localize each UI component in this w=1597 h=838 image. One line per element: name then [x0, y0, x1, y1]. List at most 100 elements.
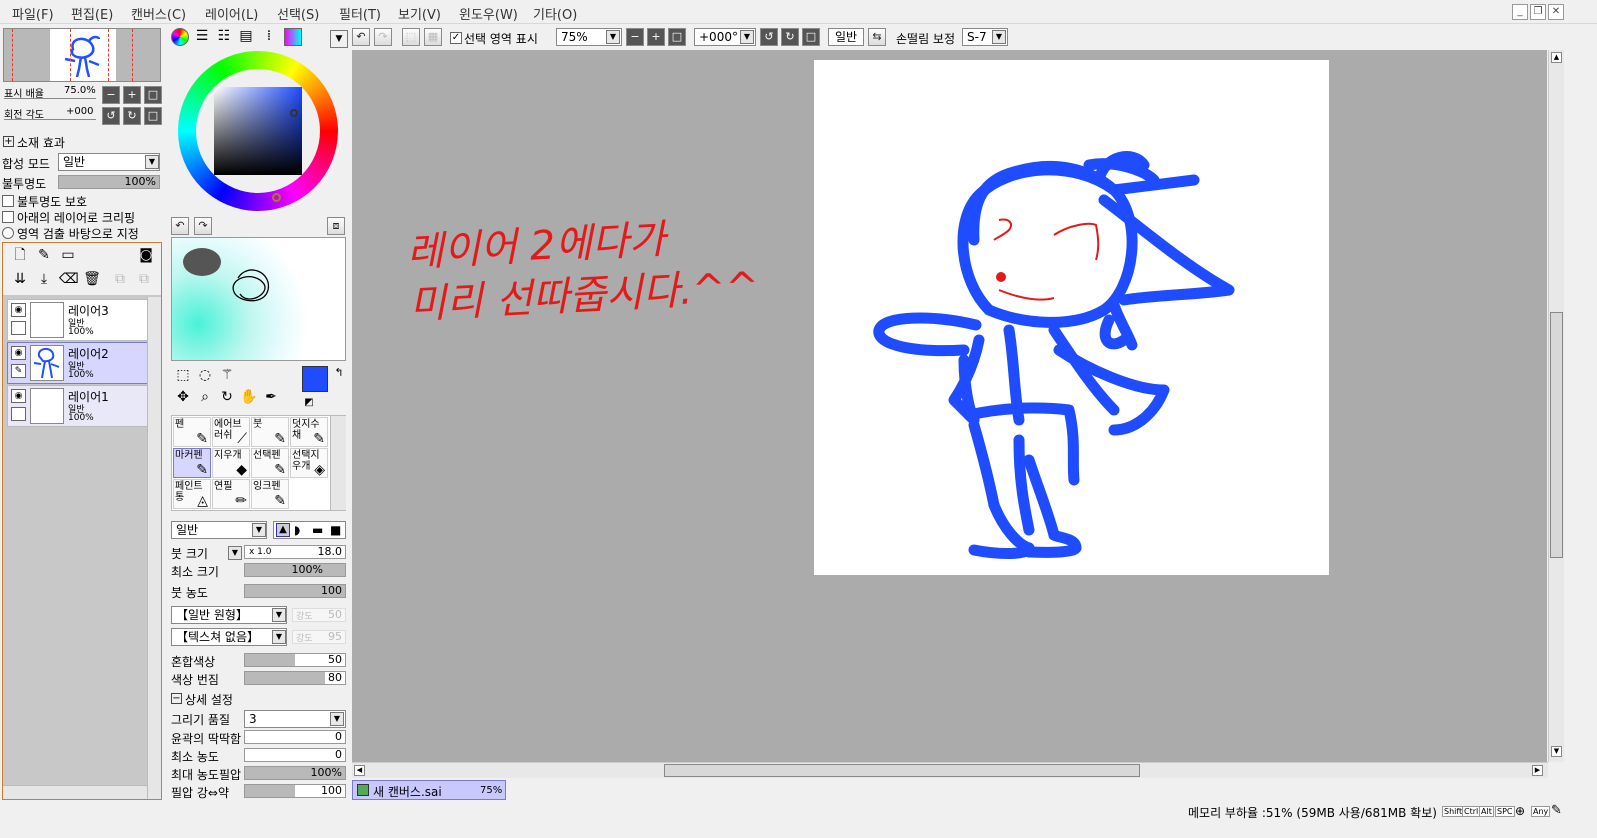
navigator-preview[interactable] — [3, 28, 161, 82]
menu-window[interactable]: 윈도우(W) — [459, 4, 518, 23]
tip-round-icon[interactable]: ◗ — [294, 523, 300, 537]
saturation-value-square[interactable] — [214, 87, 302, 175]
menu-edit[interactable]: 편집(E) — [71, 4, 113, 23]
horizontal-scroll-thumb[interactable] — [664, 764, 1140, 777]
undo-color-icon[interactable]: ↶ — [171, 217, 189, 235]
deselect-icon[interactable]: ⬚ — [402, 28, 420, 46]
selection-source-radio[interactable] — [2, 227, 14, 239]
new-vector-layer-icon[interactable]: ✎ — [35, 247, 53, 265]
panel-menu-icon[interactable]: ▼ — [330, 30, 348, 48]
select-pen-tool[interactable]: 선택펜 ✎ — [251, 448, 289, 478]
menu-filter[interactable]: 필터(T) — [339, 4, 381, 23]
rotate-reset-icon[interactable]: □ — [802, 28, 820, 46]
palette-tab-icon[interactable]: ⁞ — [260, 28, 278, 46]
brush-shape-select[interactable]: 【일반 원형】 — [171, 606, 287, 624]
expand-icon[interactable]: + — [3, 136, 14, 147]
brush-tip-shapes[interactable]: ▲ ◗ ▬ ■ — [273, 521, 346, 539]
restore-button[interactable]: ❐ — [1530, 4, 1546, 20]
drawing-canvas[interactable] — [814, 60, 1329, 575]
menu-select[interactable]: 선택(S) — [277, 4, 319, 23]
layer-row[interactable]: ◉ ✎ 레이어2 일반 100% — [7, 342, 148, 384]
advanced-settings-label[interactable]: 상세 설정 — [185, 691, 233, 708]
zoom-out-icon[interactable]: − — [626, 28, 644, 46]
rotate-reset-button[interactable]: □ — [144, 107, 162, 125]
scroll-right-icon[interactable]: ▶ — [1532, 765, 1543, 776]
foreground-color-swatch[interactable] — [302, 366, 328, 392]
menu-other[interactable]: 기타(O) — [533, 4, 577, 23]
texture-select[interactable]: 【텍스쳐 없음】 — [171, 628, 287, 646]
rotate-icon[interactable]: ↻ — [218, 389, 236, 407]
rotate-ccw-icon[interactable]: ↺ — [760, 28, 778, 46]
brush-tool[interactable]: 붓 ✎ — [251, 417, 289, 447]
brush-density-slider[interactable]: 100 — [244, 584, 346, 598]
zoom-in-icon[interactable]: + — [647, 28, 665, 46]
close-button[interactable]: ✕ — [1548, 4, 1564, 20]
min-size-slider[interactable]: 100% — [244, 563, 346, 577]
eye-icon[interactable]: ◉ — [11, 346, 26, 360]
color-wheel[interactable] — [178, 51, 338, 211]
tip-sharp-icon[interactable]: ▲ — [276, 523, 290, 537]
marker-tool[interactable]: 마커펜 ✎ — [173, 448, 211, 478]
layer-scrollbar[interactable] — [147, 297, 161, 799]
scroll-up-icon[interactable]: ▲ — [1551, 52, 1562, 63]
brush-lock-icon[interactable]: ✎ — [11, 364, 26, 378]
scratchpad-tab-icon[interactable] — [284, 28, 302, 46]
redo-icon[interactable]: ↷ — [374, 28, 392, 46]
menu-view[interactable]: 보기(V) — [398, 4, 441, 23]
scratchpad-menu-icon[interactable]: ⧈ — [327, 217, 345, 235]
watercolor-tool[interactable]: 덧지수채 ✎ — [290, 417, 328, 447]
layer-row[interactable]: ◉ 레이어1 일반 100% — [7, 385, 148, 427]
show-selection-checkbox[interactable]: ✓ — [450, 32, 462, 44]
lock-icon[interactable] — [11, 321, 26, 335]
transfer-down-icon[interactable]: ⇊ — [11, 271, 29, 289]
pen-tool[interactable]: 펜 ✎ — [173, 417, 211, 447]
layer-mask-icon[interactable]: ◙ — [137, 247, 155, 265]
lock-icon[interactable] — [11, 407, 26, 421]
ink-pen-tool[interactable]: 잉크펜 ✎ — [251, 479, 289, 509]
zoom-reset-button[interactable]: □ — [144, 86, 162, 104]
shape-strength-slider[interactable]: 강도 50 — [292, 608, 346, 622]
clear-layer-icon[interactable]: ⌫ — [59, 271, 79, 289]
horizontal-scrollbar[interactable]: ◀ ▶ — [352, 762, 1548, 778]
undo-icon[interactable]: ↶ — [352, 28, 370, 46]
menu-file[interactable]: 파일(F) — [12, 4, 54, 23]
swap-colors-icon[interactable]: ↰ — [330, 365, 348, 383]
transparent-color-icon[interactable]: ◩ — [300, 395, 318, 413]
select-eraser-tool[interactable]: 선택지우개 ◈ — [290, 448, 328, 478]
rgb-slider-tab-icon[interactable]: ☰ — [193, 28, 211, 46]
hand-icon[interactable]: ✋ — [240, 389, 258, 407]
layer-row[interactable]: ◉ 레이어3 일반 100% — [7, 299, 148, 341]
flip-horizontal-icon[interactable]: ⇆ — [868, 28, 886, 46]
eraser-tool[interactable]: 지우개 ◆ — [212, 448, 250, 478]
opacity-slider[interactable]: 100% — [58, 175, 160, 189]
canvas-viewport[interactable]: 레이어 2에다가 미리 선따줍시다.^^ — [352, 50, 1547, 762]
hsv-slider-tab-icon[interactable]: ☷ — [215, 28, 233, 46]
dilute-slider[interactable]: 80 — [244, 671, 346, 685]
airbrush-tool[interactable]: 에어브러쉬 ⟋ — [212, 417, 250, 447]
blend-mode-toggle[interactable]: 일반 — [828, 28, 864, 46]
material-effect-title[interactable]: 소재 효과 — [17, 134, 65, 151]
zoom-icon[interactable]: ⌕ — [196, 389, 214, 407]
max-pressure-slider[interactable]: 100% — [244, 766, 346, 780]
zoom-out-button[interactable]: − — [102, 86, 120, 104]
vertical-scroll-thumb[interactable] — [1550, 312, 1563, 558]
rotate-value[interactable]: +000 — [66, 106, 93, 117]
bucket-tool[interactable]: 페인트통 ◬ — [173, 479, 211, 509]
layer-hscrollbar[interactable] — [3, 785, 147, 799]
new-layer-icon[interactable]: 🗋 — [11, 247, 29, 265]
eyedropper-icon[interactable]: ✒ — [262, 389, 280, 407]
pressure-slider[interactable]: 100 — [244, 784, 346, 798]
rect-select-icon[interactable]: ⬚ — [174, 367, 192, 385]
protect-opacity-checkbox[interactable] — [2, 195, 14, 207]
eye-icon[interactable]: ◉ — [11, 303, 26, 317]
menu-canvas[interactable]: 캔버스(C) — [131, 4, 186, 23]
invert-select-icon[interactable]: ▦ — [424, 28, 442, 46]
scratchpad[interactable] — [171, 237, 346, 361]
move-icon[interactable]: ✥ — [174, 389, 192, 407]
zoom-value[interactable]: 75.0% — [64, 85, 96, 96]
redo-color-icon[interactable]: ↷ — [194, 217, 212, 235]
color-picker-handle[interactable] — [290, 109, 298, 117]
min-density-slider[interactable]: 0 — [244, 748, 346, 762]
color-wheel-tab-icon[interactable] — [171, 28, 189, 46]
scroll-left-icon[interactable]: ◀ — [354, 765, 365, 776]
